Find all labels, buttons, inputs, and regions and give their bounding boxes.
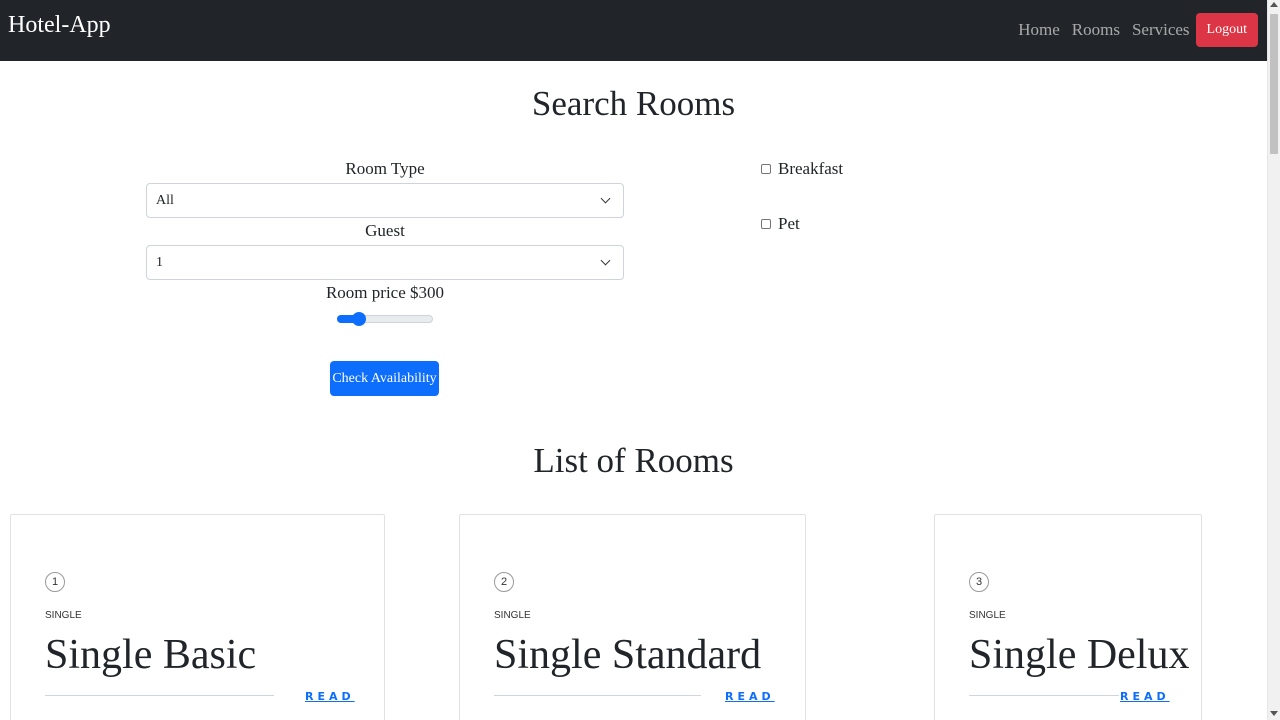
read-link[interactable]: READ — [1120, 690, 1170, 703]
room-number-badge: 3 — [969, 572, 989, 592]
room-price-label: Room price $300 — [325, 283, 445, 302]
room-name: Single Standard — [494, 632, 762, 678]
breakfast-label: Breakfast — [778, 159, 844, 178]
nav-link-rooms[interactable]: Rooms — [1072, 20, 1120, 40]
read-link[interactable]: READ — [725, 690, 775, 703]
scroll-up-arrow-icon[interactable] — [1270, 2, 1278, 7]
chevron-down-icon — [600, 255, 611, 266]
read-link[interactable]: READ — [305, 690, 355, 703]
guest-value: 1 — [156, 255, 163, 270]
room-type-tag: SINGLE — [494, 610, 531, 621]
pet-label: Pet — [778, 214, 800, 233]
check-availability-button[interactable]: Check Availability — [330, 361, 439, 396]
nav-link-services[interactable]: Services — [1132, 20, 1190, 40]
room-type-label: Room Type — [345, 159, 425, 178]
pet-checkbox[interactable] — [761, 219, 771, 229]
slider-thumb[interactable] — [351, 312, 366, 326]
room-name: Single Delux — [969, 632, 1190, 678]
room-number-badge: 1 — [45, 572, 65, 592]
nav-link-home[interactable]: Home — [1018, 20, 1060, 40]
search-rooms-title: Search Rooms — [531, 84, 736, 123]
room-type-tag: SINGLE — [45, 610, 82, 621]
list-of-rooms-title: List of Rooms — [533, 441, 734, 480]
guest-select[interactable]: 1 — [146, 245, 624, 280]
room-card: 3 SINGLE Single Delux READ — [934, 514, 1202, 720]
brand-logo[interactable]: Hotel-App — [8, 12, 111, 39]
room-price-slider[interactable] — [337, 312, 433, 326]
breakfast-checkbox[interactable] — [761, 164, 771, 174]
breakfast-option[interactable]: Breakfast — [761, 159, 843, 179]
room-card: 2 SINGLE Single Standard READ — [459, 514, 806, 720]
chevron-down-icon — [600, 193, 611, 204]
divider — [969, 695, 1119, 696]
scroll-down-arrow-icon[interactable] — [1270, 711, 1278, 716]
logout-button[interactable]: Logout — [1195, 13, 1258, 47]
pet-option[interactable]: Pet — [761, 214, 800, 234]
divider — [45, 695, 274, 696]
room-name: Single Basic — [45, 632, 257, 678]
room-type-select[interactable]: All — [146, 183, 624, 218]
room-number-badge: 2 — [494, 572, 514, 592]
divider — [494, 695, 701, 696]
room-type-value: All — [156, 193, 174, 208]
room-card: 1 SINGLE Single Basic READ — [10, 514, 385, 720]
nav-links: Home Rooms Services Logout — [1006, 13, 1258, 47]
room-type-tag: SINGLE — [969, 610, 1006, 621]
scroll-thumb[interactable] — [1270, 14, 1278, 154]
navbar: Hotel-App Home Rooms Services Logout — [0, 0, 1267, 61]
guest-label: Guest — [365, 221, 405, 240]
page-scrollbar[interactable] — [1267, 0, 1280, 720]
